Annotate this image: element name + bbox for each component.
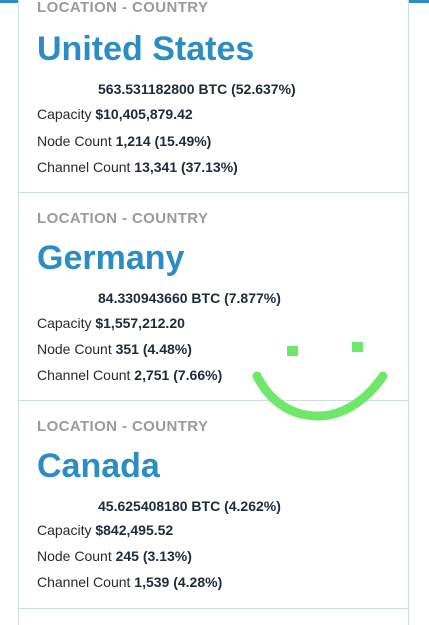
channel-count-row: Channel Count 1,539 (4.28%) (37, 574, 222, 590)
capacity-value: $1,557,212.20 (95, 315, 185, 331)
capacity-label: Capacity (37, 522, 92, 538)
country-name[interactable]: Canada (37, 447, 160, 486)
btc-amount: 45.625408180 BTC (4.262%) (98, 498, 281, 514)
channel-count-value: 2,751 (7.66%) (134, 367, 223, 383)
btc-amount: 84.330943660 BTC (7.877%) (98, 290, 281, 306)
country-card-next-partial[interactable] (18, 609, 409, 625)
channel-count-label: Channel Count (37, 367, 131, 383)
country-stats-page: LOCATION - COUNTRY United States 563.531… (0, 0, 429, 625)
country-card-canada[interactable]: LOCATION - COUNTRY Canada 45.625408180 B… (18, 401, 409, 609)
node-count-row: Node Count 351 (4.48%) (37, 341, 192, 357)
capacity-label: Capacity (37, 106, 92, 122)
channel-count-row: Channel Count 13,341 (37.13%) (37, 159, 238, 175)
location-label: LOCATION - COUNTRY (37, 0, 209, 16)
node-count-row: Node Count 245 (3.13%) (37, 548, 192, 564)
node-count-label: Node Count (37, 548, 112, 564)
node-count-label: Node Count (37, 133, 112, 149)
node-count-value: 245 (3.13%) (115, 548, 192, 564)
node-count-value: 1,214 (15.49%) (115, 133, 212, 149)
channel-count-row: Channel Count 2,751 (7.66%) (37, 367, 222, 383)
channel-count-label: Channel Count (37, 574, 131, 590)
location-label: LOCATION - COUNTRY (37, 418, 209, 435)
channel-count-label: Channel Count (37, 159, 131, 175)
country-name[interactable]: United States (37, 30, 254, 69)
capacity-value: $842,495.52 (95, 522, 174, 538)
node-count-value: 351 (4.48%) (115, 341, 192, 357)
channel-count-value: 13,341 (37.13%) (134, 159, 238, 175)
capacity-row: Capacity $1,557,212.20 (37, 315, 185, 331)
channel-count-value: 1,539 (4.28%) (134, 574, 223, 590)
location-label: LOCATION - COUNTRY (37, 210, 209, 227)
node-count-row: Node Count 1,214 (15.49%) (37, 133, 211, 149)
capacity-row: Capacity $842,495.52 (37, 522, 173, 538)
capacity-row: Capacity $10,405,879.42 (37, 106, 193, 122)
btc-amount: 563.531182800 BTC (52.637%) (98, 81, 296, 97)
country-card-germany[interactable]: LOCATION - COUNTRY Germany 84.330943660 … (18, 193, 409, 401)
country-card-united-states[interactable]: LOCATION - COUNTRY United States 563.531… (18, 0, 409, 193)
capacity-value: $10,405,879.42 (95, 106, 193, 122)
country-name[interactable]: Germany (37, 239, 184, 278)
node-count-label: Node Count (37, 341, 112, 357)
capacity-label: Capacity (37, 315, 92, 331)
